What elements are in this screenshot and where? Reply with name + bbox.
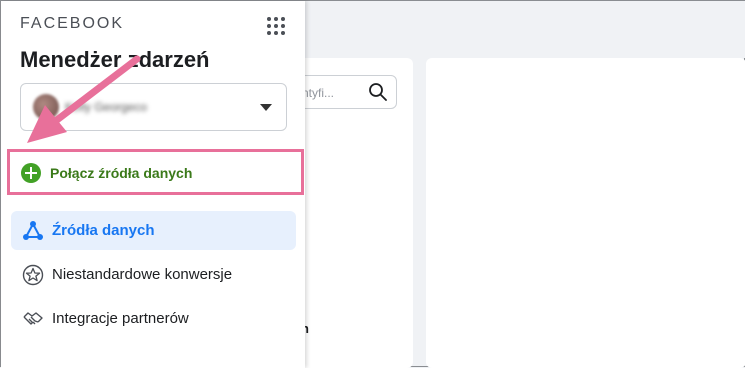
handshake-icon (23, 312, 43, 325)
app-grid-icon[interactable] (266, 16, 286, 36)
connect-data-sources-label: Połącz źródła danych (50, 165, 193, 181)
sidebar-item-label: Integracje partnerów (52, 310, 189, 327)
search-input[interactable]: ntyfi... (297, 75, 397, 109)
sidebar: FACEBOOK Menedżer zdarzeń Kelly Georgeco… (1, 1, 305, 368)
page-title: Menedżer zdarzeń (20, 47, 210, 72)
connect-data-sources-button[interactable]: Połącz źródła danych (7, 149, 304, 195)
account-selector[interactable]: Kelly Georgeco (20, 83, 287, 131)
search-icon[interactable] (368, 82, 388, 102)
sidebar-item-data-sources[interactable]: Źródła danych (11, 211, 296, 250)
sidebar-item-label: Niestandardowe konwersje (52, 266, 233, 283)
avatar (33, 94, 59, 120)
sidebar-item-custom-conversions[interactable]: Niestandardowe konwersje (11, 255, 296, 294)
sidebar-item-partner-integrations[interactable]: Integracje partnerów (11, 299, 296, 338)
account-name: Kelly Georgeco (65, 100, 148, 114)
plus-icon (21, 163, 41, 183)
sidebar-item-label: Źródła danych (52, 222, 155, 239)
search-placeholder: ntyfi... (302, 86, 335, 100)
star-icon (22, 264, 44, 286)
content-panel-right (426, 58, 745, 368)
brand-logo: FACEBOOK (20, 15, 125, 32)
chevron-down-icon (260, 104, 272, 111)
data-sources-icon (23, 221, 43, 240)
